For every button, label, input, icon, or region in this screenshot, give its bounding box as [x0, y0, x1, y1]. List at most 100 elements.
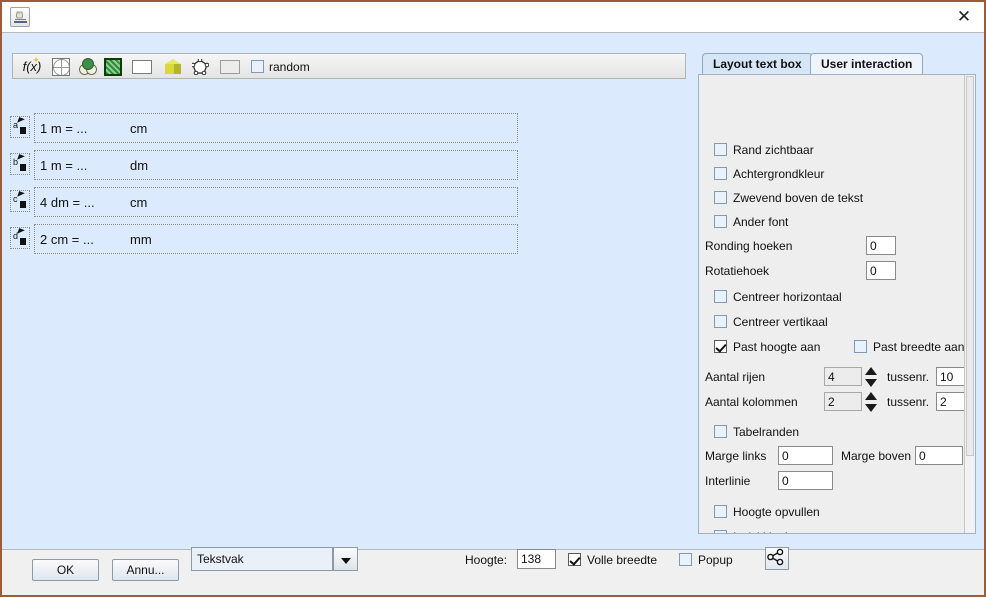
checkbox-label: Popup: [698, 553, 733, 567]
checkbox-box[interactable]: [714, 290, 727, 303]
row-text-box[interactable]: 1 m = ... dm: [34, 150, 518, 180]
row-marker-a[interactable]: a: [10, 116, 30, 138]
share-button[interactable]: [765, 547, 789, 570]
title-bar: ✕: [2, 2, 984, 33]
chevron-down-icon[interactable]: [333, 547, 358, 571]
random-checkbox-label: random: [269, 60, 310, 74]
row-expression: 2 cm = ...: [40, 232, 94, 247]
field-label: Aantal rijen: [705, 370, 766, 384]
marge-links-label: Marge links: [705, 449, 767, 463]
tab-layout-text-box[interactable]: Layout text box: [702, 53, 813, 75]
checkbox-box[interactable]: [714, 425, 727, 438]
rectangle-icon[interactable]: [129, 56, 157, 78]
function-icon[interactable]: ✦ f(x): [17, 56, 47, 78]
field-marges: Marge links 0 Marge boven 0: [705, 446, 964, 466]
row-text-box[interactable]: 2 cm = ... mm: [34, 224, 518, 254]
field-label: Aantal kolommen: [705, 395, 798, 409]
object-type-combobox[interactable]: Tekstvak: [191, 547, 358, 571]
exercise-row[interactable]: d 2 cm = ... mm: [10, 224, 518, 254]
row-expression: 4 dm = ...: [40, 195, 95, 210]
checkbox-box[interactable]: [714, 505, 727, 518]
checkbox-past-breedte-aan[interactable]: Past breedte aan: [854, 338, 964, 356]
polygon-icon[interactable]: [189, 56, 215, 78]
row-marker-c[interactable]: c: [10, 190, 30, 212]
checkbox-volle-breedte[interactable]: Volle breedte: [568, 551, 678, 569]
marge-links-input[interactable]: 0: [778, 446, 833, 465]
checkbox-box[interactable]: [714, 215, 727, 228]
ronding-hoeken-input[interactable]: 0: [866, 236, 896, 255]
spinner-up-icon[interactable]: [865, 367, 877, 375]
hoogte-input[interactable]: 138: [517, 549, 556, 569]
field-aantal-kolommen: Aantal kolommen 2 tussenr. 2: [705, 392, 964, 412]
checkbox-ander-font[interactable]: Ander font: [714, 213, 894, 231]
tab-user-interaction[interactable]: User interaction: [810, 53, 924, 75]
cube-3d-icon[interactable]: [161, 56, 187, 78]
checkbox-past-hoogte-aan[interactable]: Past hoogte aan: [714, 338, 864, 356]
checkbox-box[interactable]: [679, 553, 692, 566]
checkbox-box[interactable]: [714, 530, 727, 533]
image-icon[interactable]: [103, 56, 125, 78]
close-icon[interactable]: ✕: [952, 6, 976, 28]
aantal-rijen-spinner[interactable]: [865, 367, 877, 387]
hoogte-label: Hoogte:: [465, 553, 508, 567]
object-type-value[interactable]: Tekstvak: [191, 547, 333, 571]
spinner-down-icon[interactable]: [865, 379, 877, 387]
checkbox-label: Achtergrondkleur: [733, 167, 825, 181]
rectangle-gray-icon[interactable]: [217, 56, 245, 78]
random-checkbox-box[interactable]: [251, 60, 264, 73]
marge-boven-input[interactable]: 0: [915, 446, 963, 465]
row-text-box[interactable]: 4 dm = ... cm: [34, 187, 518, 217]
exercise-row[interactable]: b 1 m = ... dm: [10, 150, 518, 180]
ok-button[interactable]: OK: [32, 559, 99, 581]
panel-scrollbar[interactable]: [964, 75, 975, 533]
grid-graph-icon[interactable]: [51, 56, 73, 78]
row-text-box[interactable]: 1 m = ... cm: [34, 113, 518, 143]
row-unit: mm: [130, 232, 152, 247]
cursor-block-icon: [20, 201, 26, 208]
checkbox-centreer-vertikaal[interactable]: Centreer vertikaal: [714, 313, 914, 331]
spinner-down-icon[interactable]: [865, 404, 877, 412]
checkbox-box[interactable]: [714, 315, 727, 328]
checkbox-label: Ander font: [733, 215, 789, 229]
aantal-kolommen-input[interactable]: 2: [824, 392, 862, 411]
checkbox-rand-zichtbaar[interactable]: Rand zichtbaar: [714, 141, 894, 159]
aantal-kolommen-spinner[interactable]: [865, 392, 877, 412]
checkbox-tabelranden[interactable]: Tabelranden: [714, 423, 894, 441]
checkbox-box[interactable]: [714, 191, 727, 204]
molecule-icon[interactable]: [77, 56, 99, 78]
sparkle-glyph: ✦: [32, 55, 40, 65]
exercise-row[interactable]: c 4 dm = ... cm: [10, 187, 518, 217]
checkbox-popup[interactable]: Popup: [679, 551, 759, 569]
aantal-rijen-input[interactable]: 4: [824, 367, 862, 386]
random-checkbox[interactable]: random: [251, 56, 371, 78]
dialog-body: ✦ f(x) random a 1 m = ... cm b 1 m = ...…: [2, 33, 984, 549]
spinner-up-icon[interactable]: [865, 392, 877, 400]
panel-scrollbar-thumb[interactable]: [966, 76, 974, 456]
properties-pane: Layout text box User interaction Rand zi…: [696, 33, 984, 549]
polygon-glyph: [192, 59, 209, 75]
rotatiehoek-input[interactable]: 0: [866, 261, 896, 280]
row-marker-b[interactable]: b: [10, 153, 30, 175]
checkbox-box[interactable]: [714, 143, 727, 156]
cursor-arrow-icon: [17, 154, 25, 162]
row-marker-d[interactable]: d: [10, 227, 30, 249]
checkbox-box[interactable]: [714, 167, 727, 180]
checkbox-in-uitklapbaar[interactable]: In-/uitklapbaar: [714, 528, 914, 533]
cancel-button[interactable]: Annu...: [112, 559, 179, 581]
checkbox-hoogte-opvullen[interactable]: Hoogte opvullen: [714, 503, 914, 521]
checkbox-box[interactable]: [854, 340, 867, 353]
checkbox-label: Volle breedte: [587, 553, 658, 567]
cursor-arrow-icon: [17, 117, 25, 125]
checkbox-zwevend-boven-de-tekst[interactable]: Zwevend boven de tekst: [714, 189, 934, 207]
cursor-arrow-icon: [17, 228, 25, 236]
molecule-atom-3: [82, 58, 94, 70]
aantal-rijen-tussenr-input[interactable]: 10: [936, 367, 964, 386]
field-label: Interlinie: [705, 474, 751, 488]
checkbox-achtergrondkleur[interactable]: Achtergrondkleur: [714, 165, 894, 183]
interlinie-input[interactable]: 0: [778, 471, 833, 490]
checkbox-centreer-horizontaal[interactable]: Centreer horizontaal: [714, 288, 914, 306]
exercise-row[interactable]: a 1 m = ... cm: [10, 113, 518, 143]
aantal-kolommen-tussenr-input[interactable]: 2: [936, 392, 964, 411]
checkbox-box[interactable]: [714, 340, 727, 353]
checkbox-box[interactable]: [568, 553, 581, 566]
